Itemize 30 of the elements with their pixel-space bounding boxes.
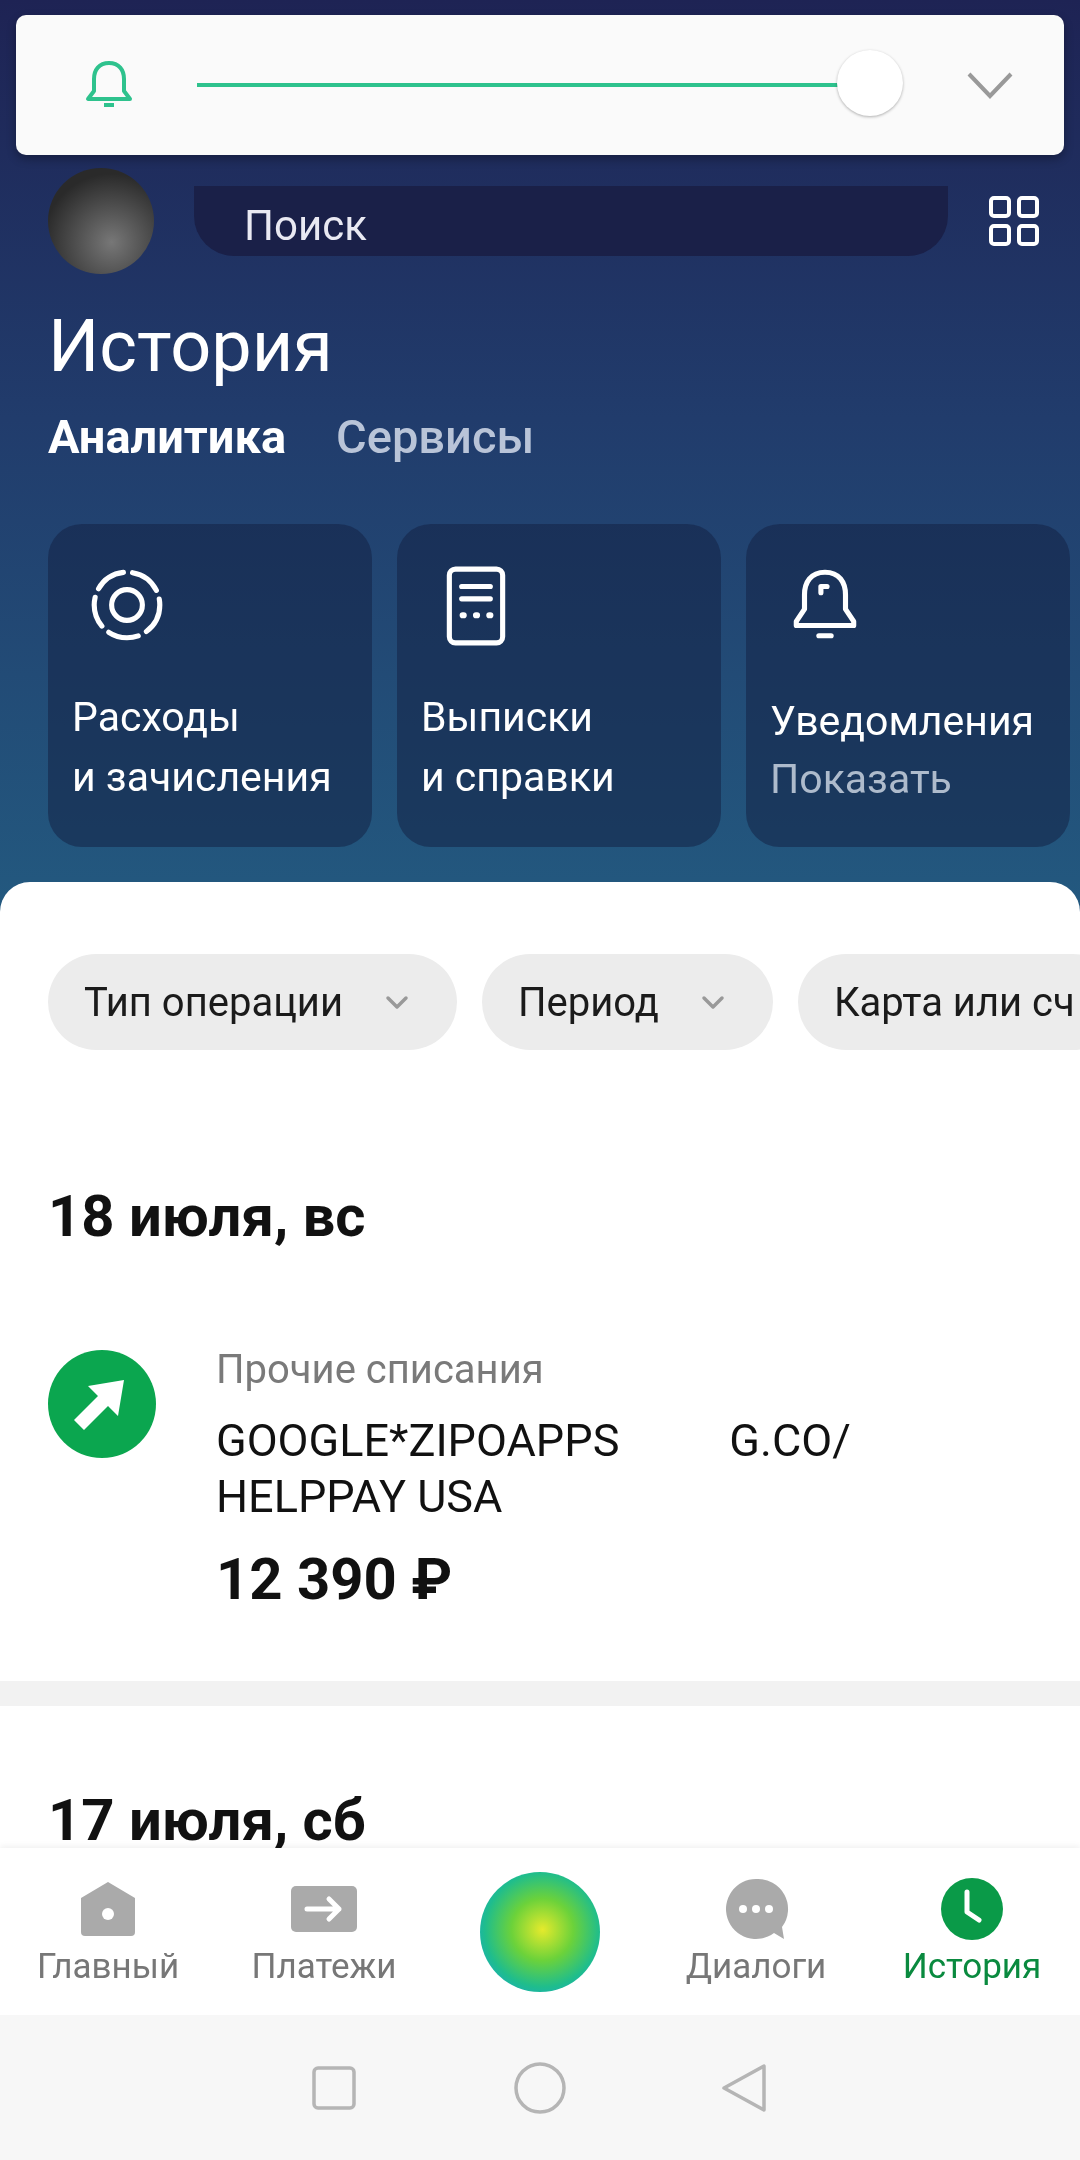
tab[interactable]: Сервисы [336,409,535,464]
operation-amount: 12 390 ₽ [216,1545,454,1613]
filter-chip[interactable]: Карта или сч [797,954,1080,1050]
nav-item[interactable]: История [864,1848,1080,2015]
filter-chip[interactable]: Период [482,954,773,1050]
nav-item[interactable]: Диалоги [648,1848,864,2015]
merchant-name: G.CO/ [729,1413,851,1469]
date-heading: 18 июля, вс [48,1182,367,1250]
service-card[interactable]: Уведомления Показать [746,524,1070,847]
search-field[interactable]: Поиск [194,186,948,256]
card-label: Расходы [72,692,241,743]
merchant-name: HELPPAY USA [216,1469,504,1525]
slider-thumb[interactable] [837,50,903,116]
card-label: и зачисления [72,752,333,803]
tab[interactable]: Аналитика [48,409,287,464]
clock-icon [939,1876,1005,1942]
merchant-name: GOOGLE*ZIPOAPPS [216,1413,620,1469]
page-title: История [48,304,334,389]
service-card[interactable]: Выписки и справки [397,524,721,847]
home-circle-icon[interactable] [512,2059,568,2116]
card-label: и справки [421,752,616,803]
card-label: Выписки [421,692,594,743]
operation-category: Прочие списания [216,1345,545,1395]
card-action[interactable]: Показать [770,751,1046,807]
filter-chip[interactable]: Тип операции [48,954,458,1050]
card-label: Уведомления [770,696,1036,747]
chat-bubble-icon [723,1876,789,1942]
service-card[interactable]: Расходы и зачисления [48,524,372,847]
grid-icon[interactable] [988,195,1040,247]
chevron-down-icon[interactable] [966,70,1014,100]
